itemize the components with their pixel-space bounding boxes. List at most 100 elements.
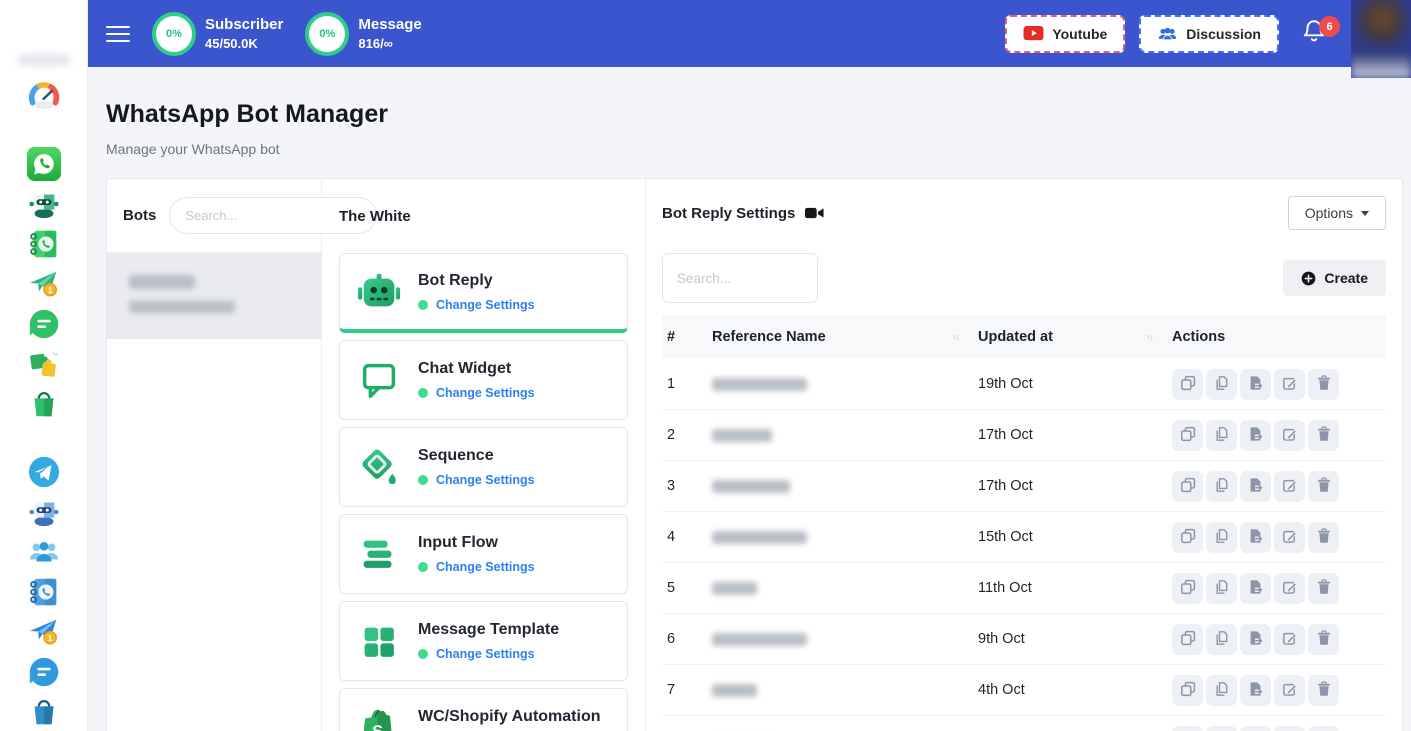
edit-button[interactable]: [1274, 624, 1305, 655]
change-settings-link[interactable]: Change Settings: [436, 560, 535, 574]
sort-icon[interactable]: ↑↓: [952, 332, 959, 342]
change-settings-link[interactable]: Change Settings: [436, 473, 535, 487]
notification-count-badge: 6: [1319, 16, 1340, 37]
bots-list-panel: Bots: [107, 179, 322, 731]
export-button[interactable]: [1240, 573, 1271, 604]
settings-card-sequence[interactable]: SequenceChange Settings: [339, 427, 628, 507]
edit-icon: [1282, 630, 1298, 649]
copy-button[interactable]: [1206, 624, 1237, 655]
delete-button[interactable]: [1308, 471, 1339, 502]
settings-card-title: Input Flow: [418, 534, 498, 551]
create-button[interactable]: Create: [1283, 260, 1386, 296]
table-search-input[interactable]: [662, 253, 818, 303]
copy-button[interactable]: [1206, 369, 1237, 400]
options-label: Options: [1305, 205, 1353, 221]
table-row: 119th Oct: [662, 359, 1386, 410]
duplicate-button[interactable]: [1172, 369, 1203, 400]
subscriber-value: 45/50.0K: [205, 36, 283, 51]
delete-button[interactable]: [1308, 420, 1339, 451]
change-settings-link[interactable]: Change Settings: [436, 298, 535, 312]
edit-icon: [1282, 579, 1298, 598]
row-index: 1: [662, 376, 707, 392]
settings-card-bot-reply[interactable]: Bot ReplyChange Settings: [339, 253, 628, 333]
export-button[interactable]: [1240, 522, 1271, 553]
avatar-photo-blurred: [1359, 0, 1405, 46]
updated-at-cell: 17th Oct: [973, 427, 1167, 443]
delete-button[interactable]: [1308, 624, 1339, 655]
export-button[interactable]: [1240, 624, 1271, 655]
whatsapp-broadcast-icon[interactable]: 1: [25, 265, 63, 303]
settings-card-chat-widget[interactable]: Chat WidgetChange Settings: [339, 340, 628, 420]
settings-card-input-flow[interactable]: Input Flow Change Settings: [339, 514, 628, 594]
settings-card-wc-shopify-automation[interactable]: SWC/Shopify AutomationChange Settings: [339, 688, 628, 731]
copy-button[interactable]: [1206, 522, 1237, 553]
options-dropdown-button[interactable]: Options: [1288, 196, 1386, 230]
duplicate-button[interactable]: [1172, 675, 1203, 706]
export-button[interactable]: [1240, 675, 1271, 706]
export-button[interactable]: [1240, 471, 1271, 502]
delete-icon: [1316, 579, 1332, 598]
duplicate-button[interactable]: [1172, 471, 1203, 502]
top-navbar: 0% Subscriber 45/50.0K 0% Message 816/∞ …: [88, 0, 1411, 67]
whatsapp-contacts-icon[interactable]: [25, 225, 63, 263]
whatsapp-integration-icon[interactable]: [25, 345, 63, 383]
export-icon: [1248, 477, 1264, 496]
settings-card-message-template[interactable]: Message TemplateChange Settings: [339, 601, 628, 681]
edit-button[interactable]: [1274, 420, 1305, 451]
delete-button[interactable]: [1308, 369, 1339, 400]
telegram-icon[interactable]: [25, 453, 63, 491]
telegram-group-icon[interactable]: [25, 533, 63, 571]
telegram-contacts-icon[interactable]: [25, 573, 63, 611]
copy-button[interactable]: [1206, 675, 1237, 706]
export-icon: [1248, 426, 1264, 445]
telegram-ecommerce-icon[interactable]: [25, 693, 63, 731]
duplicate-button[interactable]: [1172, 420, 1203, 451]
menu-toggle-icon[interactable]: [106, 21, 130, 47]
notifications-button[interactable]: 6: [1301, 18, 1327, 49]
duplicate-button[interactable]: [1172, 573, 1203, 604]
whatsapp-bot-icon[interactable]: [25, 185, 63, 223]
duplicate-button[interactable]: [1172, 522, 1203, 553]
youtube-button[interactable]: Youtube: [1005, 15, 1125, 53]
change-settings-link[interactable]: Change Settings: [436, 647, 535, 661]
export-button[interactable]: [1240, 726, 1271, 731]
copy-button[interactable]: [1206, 471, 1237, 502]
whatsapp-chat-icon[interactable]: [25, 305, 63, 343]
delete-button[interactable]: [1308, 522, 1339, 553]
row-actions: [1167, 726, 1386, 731]
change-settings-link[interactable]: Change Settings: [436, 386, 535, 400]
edit-button[interactable]: [1274, 369, 1305, 400]
edit-button[interactable]: [1274, 471, 1305, 502]
edit-button[interactable]: [1274, 573, 1305, 604]
bot-list-item-selected[interactable]: [107, 253, 321, 339]
table-row: 8: [662, 716, 1386, 731]
edit-button[interactable]: [1274, 675, 1305, 706]
col-header-reference-name[interactable]: Reference Name ↑↓: [707, 329, 973, 345]
telegram-chat-icon[interactable]: [25, 653, 63, 691]
discussion-button[interactable]: Discussion: [1139, 15, 1279, 53]
telegram-bot-icon[interactable]: [25, 493, 63, 531]
delete-button[interactable]: [1308, 573, 1339, 604]
template-icon: [356, 618, 402, 664]
whatsapp-icon[interactable]: [25, 145, 63, 183]
edit-button[interactable]: [1274, 726, 1305, 731]
whatsapp-ecommerce-icon[interactable]: [25, 385, 63, 423]
edit-button[interactable]: [1274, 522, 1305, 553]
dashboard-gauge-icon[interactable]: [25, 77, 63, 115]
export-button[interactable]: [1240, 420, 1271, 451]
telegram-broadcast-icon[interactable]: 1: [25, 613, 63, 651]
copy-button[interactable]: [1206, 420, 1237, 451]
row-actions: [1167, 675, 1386, 706]
duplicate-button[interactable]: [1172, 624, 1203, 655]
copy-button[interactable]: [1206, 573, 1237, 604]
sort-icon[interactable]: ↑↓: [1146, 332, 1153, 342]
col-header-updated-at[interactable]: Updated at ↑↓: [973, 329, 1167, 345]
export-icon: [1248, 630, 1264, 649]
user-avatar[interactable]: [1351, 0, 1411, 78]
export-button[interactable]: [1240, 369, 1271, 400]
copy-button[interactable]: [1206, 726, 1237, 731]
delete-button[interactable]: [1308, 726, 1339, 731]
duplicate-button[interactable]: [1172, 726, 1203, 731]
delete-button[interactable]: [1308, 675, 1339, 706]
video-tutorial-icon[interactable]: [805, 206, 824, 220]
